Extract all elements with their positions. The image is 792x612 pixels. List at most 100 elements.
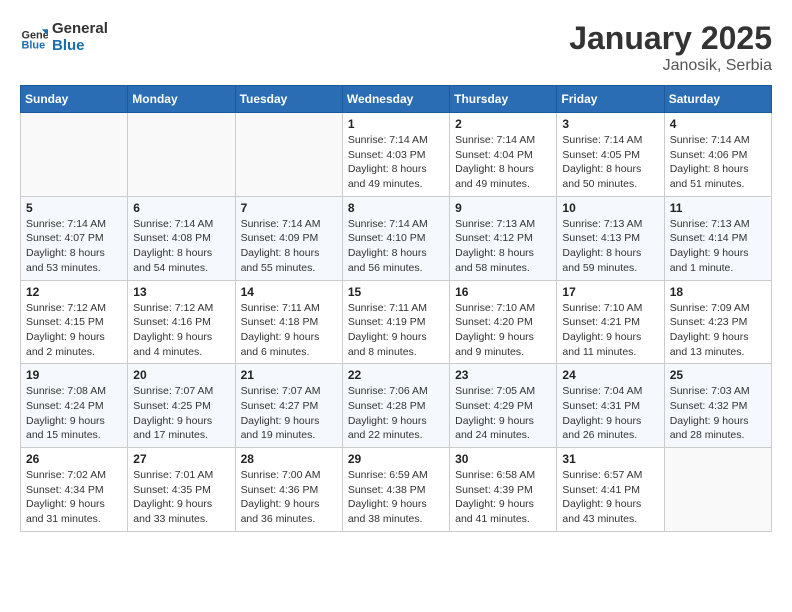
calendar-cell: 16Sunrise: 7:10 AMSunset: 4:20 PMDayligh… xyxy=(450,280,557,364)
calendar-cell: 10 Sunrise: 7:13 AMSunset: 4:13 PMDayligh… xyxy=(557,196,664,280)
day-info: Sunrise: 7:13 AMSunset: 4:14 PMDaylight:… xyxy=(670,217,766,276)
weekday-header-friday: Friday xyxy=(557,86,664,113)
day-number: 13 xyxy=(133,285,229,299)
day-number: 9 xyxy=(455,201,551,215)
calendar-cell: 25 Sunrise: 7:03 AMSunset: 4:32 PMDayligh… xyxy=(664,364,771,448)
calendar-cell: 12 Sunrise: 7:12 AMSunset: 4:15 PMDayligh… xyxy=(21,280,128,364)
day-info: Sunrise: 7:03 AMSunset: 4:32 PMDaylight:… xyxy=(670,384,766,443)
day-info: Sunrise: 7:14 AMSunset: 4:03 PMDaylight:… xyxy=(348,133,444,192)
day-info: Sunrise: 6:59 AMSunset: 4:38 PMDaylight:… xyxy=(348,468,444,527)
day-number: 4 xyxy=(670,117,766,131)
calendar-cell: 15 Sunrise: 7:11 AMSunset: 4:19 PMDayligh… xyxy=(342,280,449,364)
day-info: Sunrise: 7:06 AMSunset: 4:28 PMDaylight:… xyxy=(348,384,444,443)
day-number: 18 xyxy=(670,285,766,299)
calendar-cell: 8 Sunrise: 7:14 AMSunset: 4:10 PMDaylight… xyxy=(342,196,449,280)
day-number: 20 xyxy=(133,368,229,382)
calendar-cell: 7Sunrise: 7:14 AMSunset: 4:09 PMDaylight… xyxy=(235,196,342,280)
day-number: 12 xyxy=(26,285,122,299)
calendar-table: SundayMondayTuesdayWednesdayThursdayFrid… xyxy=(20,85,772,532)
day-number: 17 xyxy=(562,285,658,299)
calendar-cell: 26 Sunrise: 7:02 AMSunset: 4:34 PMDayligh… xyxy=(21,448,128,532)
day-info: Sunrise: 7:14 AMSunset: 4:05 PMDaylight:… xyxy=(562,133,658,192)
day-info: Sunrise: 7:10 AMSunset: 4:21 PMDaylight:… xyxy=(562,301,658,360)
calendar-cell xyxy=(664,448,771,532)
day-info: Sunrise: 7:02 AMSunset: 4:34 PMDaylight:… xyxy=(26,468,122,527)
calendar-cell: 30Sunrise: 6:58 AMSunset: 4:39 PMDayligh… xyxy=(450,448,557,532)
day-number: 31 xyxy=(562,452,658,466)
day-number: 2 xyxy=(455,117,551,131)
day-number: 15 xyxy=(348,285,444,299)
day-number: 30 xyxy=(455,452,551,466)
day-number: 25 xyxy=(670,368,766,382)
calendar-cell: 14 Sunrise: 7:11 AMSunset: 4:18 PMDayligh… xyxy=(235,280,342,364)
day-info: Sunrise: 7:14 AMSunset: 4:08 PMDaylight:… xyxy=(133,217,229,276)
calendar-cell: 31 Sunrise: 6:57 AMSunset: 4:41 PMDayligh… xyxy=(557,448,664,532)
day-number: 8 xyxy=(348,201,444,215)
day-info: Sunrise: 7:11 AMSunset: 4:18 PMDaylight:… xyxy=(241,301,337,360)
day-number: 27 xyxy=(133,452,229,466)
month-year-title: January 2025 xyxy=(569,20,772,57)
day-number: 5 xyxy=(26,201,122,215)
day-info: Sunrise: 7:14 AMSunset: 4:09 PMDaylight:… xyxy=(241,217,337,276)
day-number: 23 xyxy=(455,368,551,382)
logo-icon: General Blue xyxy=(20,23,48,51)
day-info: Sunrise: 7:14 AMSunset: 4:07 PMDaylight:… xyxy=(26,217,122,276)
calendar-cell: 6Sunrise: 7:14 AMSunset: 4:08 PMDaylight… xyxy=(128,196,235,280)
weekday-header-sunday: Sunday xyxy=(21,86,128,113)
calendar-cell: 20 Sunrise: 7:07 AMSunset: 4:25 PMDayligh… xyxy=(128,364,235,448)
page-header: General Blue General Blue January 2025 J… xyxy=(20,20,772,75)
calendar-cell: 22 Sunrise: 7:06 AMSunset: 4:28 PMDayligh… xyxy=(342,364,449,448)
calendar-week-row: 12 Sunrise: 7:12 AMSunset: 4:15 PMDayligh… xyxy=(21,280,772,364)
calendar-cell: 13Sunrise: 7:12 AMSunset: 4:16 PMDayligh… xyxy=(128,280,235,364)
svg-text:Blue: Blue xyxy=(22,40,46,51)
calendar-cell: 19 Sunrise: 7:08 AMSunset: 4:24 PMDayligh… xyxy=(21,364,128,448)
day-info: Sunrise: 7:14 AMSunset: 4:06 PMDaylight:… xyxy=(670,133,766,192)
day-info: Sunrise: 7:05 AMSunset: 4:29 PMDaylight:… xyxy=(455,384,551,443)
day-number: 11 xyxy=(670,201,766,215)
calendar-week-row: 19 Sunrise: 7:08 AMSunset: 4:24 PMDayligh… xyxy=(21,364,772,448)
calendar-cell: 5 Sunrise: 7:14 AMSunset: 4:07 PMDaylight… xyxy=(21,196,128,280)
day-info: Sunrise: 7:08 AMSunset: 4:24 PMDaylight:… xyxy=(26,384,122,443)
day-info: Sunrise: 7:13 AMSunset: 4:13 PMDaylight:… xyxy=(562,217,658,276)
day-number: 1 xyxy=(348,117,444,131)
logo-blue-text: Blue xyxy=(52,37,108,54)
day-number: 29 xyxy=(348,452,444,466)
location-subtitle: Janosik, Serbia xyxy=(569,57,772,75)
weekday-header-thursday: Thursday xyxy=(450,86,557,113)
day-number: 14 xyxy=(241,285,337,299)
day-info: Sunrise: 7:13 AMSunset: 4:12 PMDaylight:… xyxy=(455,217,551,276)
calendar-cell xyxy=(128,113,235,197)
calendar-cell: 18Sunrise: 7:09 AMSunset: 4:23 PMDayligh… xyxy=(664,280,771,364)
calendar-cell: 24 Sunrise: 7:04 AMSunset: 4:31 PMDayligh… xyxy=(557,364,664,448)
calendar-cell: 9 Sunrise: 7:13 AMSunset: 4:12 PMDaylight… xyxy=(450,196,557,280)
calendar-cell xyxy=(21,113,128,197)
day-info: Sunrise: 7:07 AMSunset: 4:27 PMDaylight:… xyxy=(241,384,337,443)
calendar-week-row: 5 Sunrise: 7:14 AMSunset: 4:07 PMDaylight… xyxy=(21,196,772,280)
calendar-cell: 17 Sunrise: 7:10 AMSunset: 4:21 PMDayligh… xyxy=(557,280,664,364)
day-number: 24 xyxy=(562,368,658,382)
day-info: Sunrise: 7:07 AMSunset: 4:25 PMDaylight:… xyxy=(133,384,229,443)
day-info: Sunrise: 7:11 AMSunset: 4:19 PMDaylight:… xyxy=(348,301,444,360)
day-info: Sunrise: 7:14 AMSunset: 4:04 PMDaylight:… xyxy=(455,133,551,192)
day-info: Sunrise: 7:14 AMSunset: 4:10 PMDaylight:… xyxy=(348,217,444,276)
calendar-week-row: 26 Sunrise: 7:02 AMSunset: 4:34 PMDayligh… xyxy=(21,448,772,532)
day-number: 19 xyxy=(26,368,122,382)
title-block: January 2025 Janosik, Serbia xyxy=(569,20,772,75)
day-info: Sunrise: 7:10 AMSunset: 4:20 PMDaylight:… xyxy=(455,301,551,360)
calendar-cell xyxy=(235,113,342,197)
day-number: 10 xyxy=(562,201,658,215)
day-info: Sunrise: 7:04 AMSunset: 4:31 PMDaylight:… xyxy=(562,384,658,443)
day-number: 22 xyxy=(348,368,444,382)
day-info: Sunrise: 7:12 AMSunset: 4:15 PMDaylight:… xyxy=(26,301,122,360)
day-info: Sunrise: 7:01 AMSunset: 4:35 PMDaylight:… xyxy=(133,468,229,527)
weekday-header-monday: Monday xyxy=(128,86,235,113)
day-number: 26 xyxy=(26,452,122,466)
weekday-header-saturday: Saturday xyxy=(664,86,771,113)
day-info: Sunrise: 6:57 AMSunset: 4:41 PMDaylight:… xyxy=(562,468,658,527)
calendar-cell: 21Sunrise: 7:07 AMSunset: 4:27 PMDayligh… xyxy=(235,364,342,448)
calendar-cell: 3Sunrise: 7:14 AMSunset: 4:05 PMDaylight… xyxy=(557,113,664,197)
calendar-week-row: 1 Sunrise: 7:14 AMSunset: 4:03 PMDaylight… xyxy=(21,113,772,197)
weekday-header-wednesday: Wednesday xyxy=(342,86,449,113)
calendar-cell: 11 Sunrise: 7:13 AMSunset: 4:14 PMDayligh… xyxy=(664,196,771,280)
calendar-cell: 2 Sunrise: 7:14 AMSunset: 4:04 PMDaylight… xyxy=(450,113,557,197)
